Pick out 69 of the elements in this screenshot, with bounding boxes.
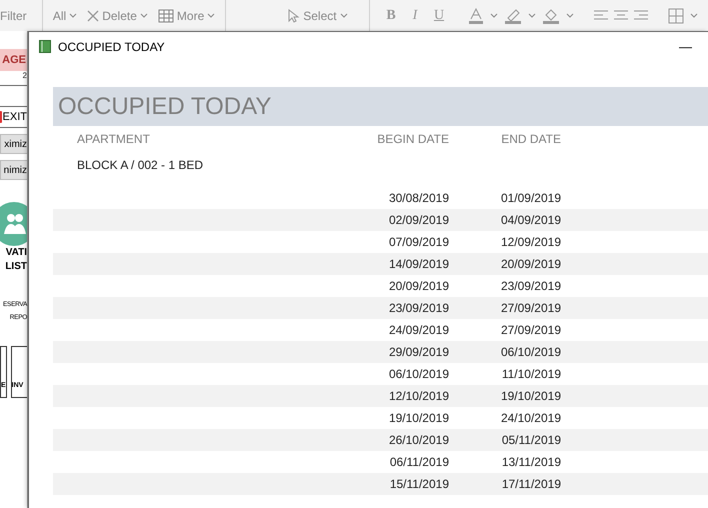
table-cell-text: 23/09/2019	[500, 279, 561, 293]
align-center-icon	[614, 10, 628, 22]
ruler: 2	[0, 71, 27, 86]
gridlines-icon	[668, 8, 684, 24]
align-right-icon	[634, 10, 648, 22]
format-button[interactable]: B	[382, 8, 400, 24]
table-cell-text: 24/10/2019	[500, 411, 561, 425]
table-cell-text: 24/09/2019	[388, 323, 449, 337]
filter-button[interactable]: Filter	[0, 8, 27, 22]
table-cell-text: 12/09/2019	[500, 235, 561, 249]
table-cell-text: 15/11/2019	[388, 477, 449, 491]
table-cell-text: 13/11/2019	[500, 455, 561, 469]
report-icon	[39, 40, 51, 53]
caret-icon	[690, 13, 698, 18]
table-cell-text: 05/11/2019	[500, 433, 561, 447]
table-cell-text: 27/09/2019	[500, 301, 561, 315]
table-cell-text: 06/10/2019	[388, 367, 449, 381]
tile-label: LIST	[4, 260, 27, 274]
table-cell-text: 14/09/2019	[388, 257, 449, 271]
table-cell-text: 06/11/2019	[388, 455, 449, 469]
refresh-all-button[interactable]: All	[52, 8, 78, 22]
caret-icon	[490, 13, 498, 18]
align-left-icon	[594, 10, 608, 22]
group-heading: BLOCK A / 002 - 1 BED	[77, 158, 204, 172]
caret-icon	[566, 13, 574, 18]
table-cell-text: 07/09/2019	[388, 235, 449, 249]
table-cell-text: 01/09/2019	[500, 191, 561, 205]
minimize-button[interactable]: —	[677, 39, 694, 54]
caret-icon	[69, 13, 78, 18]
table-cell-text: 23/09/2019	[388, 301, 449, 315]
table-cell-text: 02/09/2019	[388, 213, 449, 227]
table-cell-text: 04/09/2019	[500, 213, 561, 227]
highlighter-icon	[504, 8, 522, 24]
font-color-icon	[468, 8, 484, 24]
table-cell-text: 17/11/2019	[500, 477, 561, 491]
fill-color-icon	[542, 8, 560, 24]
page-tab[interactable]: AGE	[0, 49, 27, 71]
table-cell-text: 29/09/2019	[388, 345, 449, 359]
form-button[interactable]: nimiz	[0, 160, 27, 180]
tile-label: VATI	[4, 246, 27, 260]
caret-icon	[207, 13, 216, 18]
table-cell-text: 12/10/2019	[388, 389, 449, 403]
column-header: BEGIN DATE	[377, 132, 449, 146]
column-header: APARTMENT	[77, 132, 151, 146]
more-button[interactable]: More	[158, 8, 216, 22]
table-cell-text: 11/10/2019	[500, 367, 561, 381]
caret-icon	[340, 13, 348, 18]
window-title: OCCUPIED TODAY	[58, 40, 165, 54]
delete-button[interactable]: Delete	[87, 8, 148, 22]
column-header: END DATE	[500, 132, 561, 146]
select-button[interactable]: Select	[288, 8, 348, 22]
table-cell-text: 30/08/2019	[388, 191, 449, 205]
table-cell-text: 20/09/2019	[388, 279, 449, 293]
table-cell-text: 27/09/2019	[500, 323, 561, 337]
cursor-icon	[288, 8, 300, 22]
table-cell-text: 06/10/2019	[500, 345, 561, 359]
report-title: OCCUPIED TODAY	[57, 92, 272, 120]
table-cell-text: 19/10/2019	[388, 411, 449, 425]
table-icon	[158, 8, 174, 22]
caret-icon	[528, 13, 536, 18]
exit-button[interactable]: EXIT	[0, 106, 27, 128]
format-button[interactable]: I	[406, 8, 424, 24]
table-cell-text: 26/10/2019	[388, 433, 449, 447]
form-button[interactable]: ximiz	[0, 134, 27, 154]
caret-icon	[140, 13, 148, 18]
close-icon	[87, 10, 100, 22]
table-cell-text: 20/09/2019	[500, 257, 561, 271]
table-cell-text: 19/10/2019	[500, 389, 561, 403]
format-button[interactable]: U	[430, 8, 448, 24]
